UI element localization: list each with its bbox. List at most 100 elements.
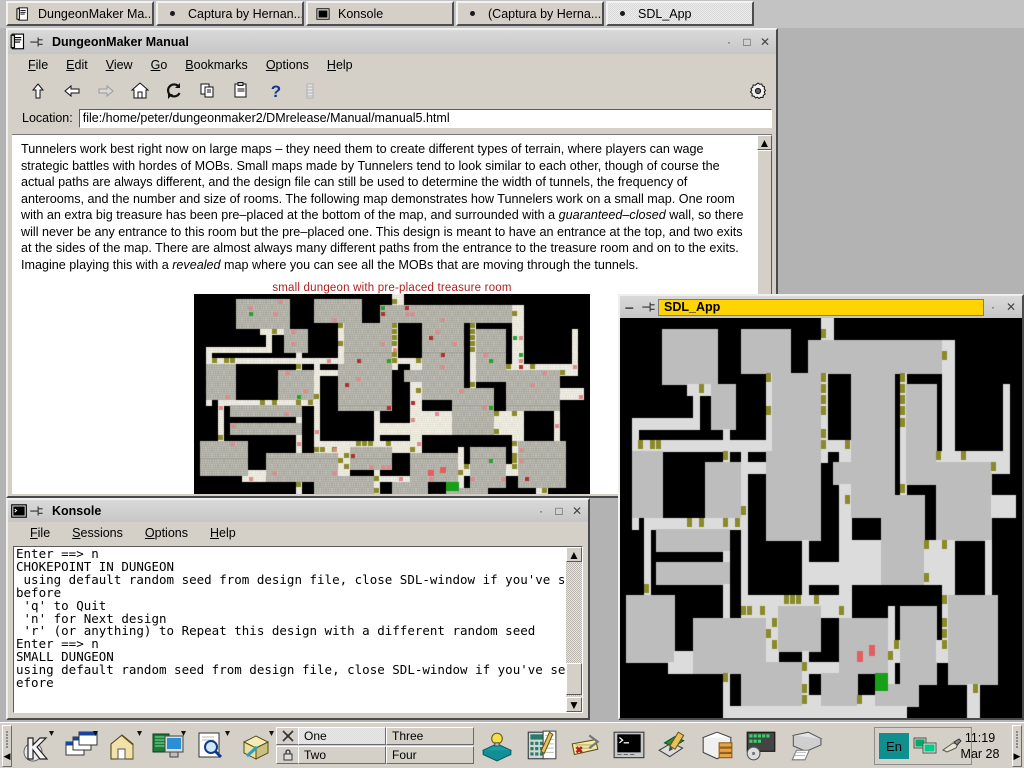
dot-icon	[466, 7, 480, 21]
konsole-scrollbar[interactable]: ▲ ▼	[566, 547, 582, 712]
konsole-scroll-down-button[interactable]: ▼	[566, 697, 582, 712]
location-bar: Location: file:/home/peter/dungeonmaker2…	[8, 106, 776, 130]
pin-icon[interactable]	[28, 33, 46, 51]
panel-app-editor-icon[interactable]	[652, 726, 694, 766]
taskbar-task-label: Konsole	[338, 7, 383, 21]
browser-titlebar[interactable]: DungeonMaker Manual · □ ✕	[8, 30, 776, 54]
svg-text:?: ?	[271, 82, 281, 101]
minimize-icon[interactable]	[622, 298, 640, 316]
kde-panel: ◀ ▶ OneTwoThreeFour En 11:19 Mar 28	[0, 722, 1024, 768]
sdl-title: SDL_App	[658, 299, 984, 316]
browser-minimize-button[interactable]: ·	[720, 33, 738, 51]
scroll-up-button[interactable]: ▲	[757, 135, 772, 150]
browser-toolbar: ?	[8, 76, 776, 106]
panel-app-print-icon[interactable]	[784, 726, 826, 766]
browser-title: DungeonMaker Manual	[52, 35, 720, 49]
stop-icon[interactable]	[300, 81, 320, 101]
sdl-titlebar[interactable]: SDL_App · ✕	[620, 296, 1022, 318]
desktop-button-one[interactable]: One	[298, 727, 386, 745]
dot-icon	[166, 7, 180, 21]
browser-menu-view[interactable]: View	[106, 58, 133, 72]
browser-menu-help[interactable]: Help	[327, 58, 353, 72]
browser-menu-edit[interactable]: Edit	[66, 58, 88, 72]
home-icon[interactable]	[130, 81, 150, 101]
clock-date: Mar 28	[961, 746, 1000, 762]
panel-app-help-book-icon[interactable]	[476, 726, 518, 766]
launcher-window-list-icon[interactable]	[60, 726, 102, 766]
konsole-minimize-button[interactable]: ·	[532, 502, 550, 520]
lock-icon[interactable]	[276, 746, 300, 764]
konsole-menu-file[interactable]: File	[30, 526, 50, 540]
forward-icon[interactable]	[96, 81, 116, 101]
panel-right-handle[interactable]: ▶	[1012, 725, 1022, 767]
launcher-package-icon[interactable]	[236, 726, 278, 766]
sdl-dungeon-canvas	[620, 318, 1022, 718]
taskbar-task-3[interactable]: (Captura by Herna...	[456, 1, 604, 26]
pin-icon[interactable]	[640, 298, 658, 316]
panel-app-notes-icon[interactable]	[564, 726, 606, 766]
panel-app-calculator-icon[interactable]	[520, 726, 562, 766]
document-icon	[10, 33, 28, 51]
panel-app-terminal-icon[interactable]	[608, 726, 650, 766]
browser-maximize-button[interactable]: □	[738, 33, 756, 51]
taskbar-task-label: Captura by Hernan...	[188, 7, 304, 21]
location-label: Location:	[22, 111, 73, 125]
taskbar-task-4[interactable]: SDL_App	[606, 1, 754, 26]
sdl-close-button[interactable]: ✕	[1002, 298, 1020, 316]
gear-icon[interactable]	[748, 81, 768, 101]
launcher-control-center-icon[interactable]	[148, 726, 190, 766]
launcher-home-folder-icon[interactable]	[104, 726, 146, 766]
terminal-icon	[316, 7, 330, 21]
browser-menubar: File Edit View Go Bookmarks Options Help	[8, 54, 776, 76]
help-icon[interactable]: ?	[266, 81, 286, 101]
desktop-button-three[interactable]: Three	[386, 727, 474, 745]
browser-menu-options[interactable]: Options	[266, 58, 309, 72]
location-input[interactable]: file:/home/peter/dungeonmaker2/DMrelease…	[79, 109, 772, 128]
back-icon[interactable]	[62, 81, 82, 101]
panel-clock[interactable]: 11:19 Mar 28	[950, 727, 1010, 765]
taskbar-task-label: DungeonMaker Ma...	[38, 7, 154, 21]
sdl-window: SDL_App · ✕	[618, 294, 1024, 720]
dot-icon	[616, 7, 630, 21]
taskbar-task-0[interactable]: DungeonMaker Ma...	[6, 1, 154, 26]
konsole-scroll-up-button[interactable]: ▲	[566, 547, 582, 562]
dungeon-map-image	[194, 294, 590, 494]
konsole-title: Konsole	[52, 504, 532, 518]
clock-time: 11:19	[965, 730, 995, 746]
launcher-find-files-icon[interactable]	[192, 726, 234, 766]
launcher-kmenu-icon[interactable]	[16, 726, 58, 766]
desktop-button-two[interactable]: Two	[298, 746, 386, 764]
figure-caption: small dungeon with pre-placed treasure r…	[12, 282, 772, 294]
panel-app-mail-icon[interactable]	[696, 726, 738, 766]
panel-left-handle[interactable]: ◀	[2, 725, 12, 767]
pin-icon[interactable]	[28, 502, 46, 520]
panel-app-media-icon[interactable]	[740, 726, 782, 766]
reload-icon[interactable]	[164, 81, 184, 101]
network-monitor-icon[interactable]	[912, 733, 940, 759]
logout-icon[interactable]	[276, 727, 300, 745]
konsole-menubar: File Sessions Options Help	[8, 522, 588, 544]
browser-close-button[interactable]: ✕	[756, 33, 774, 51]
top-taskbar: DungeonMaker Ma... Captura by Hernan... Ko…	[0, 0, 1024, 28]
browser-menu-file[interactable]: File	[28, 58, 48, 72]
konsole-menu-options[interactable]: Options	[145, 526, 188, 540]
taskbar-task-2[interactable]: Konsole	[306, 1, 454, 26]
keyboard-layout-indicator[interactable]: En	[879, 733, 909, 759]
konsole-menu-help[interactable]: Help	[210, 526, 236, 540]
konsole-output: Enter ==> n CHOKEPOINT IN DUNGEON using …	[16, 548, 564, 690]
konsole-titlebar[interactable]: Konsole · □ ✕	[8, 500, 588, 522]
up-icon[interactable]	[28, 81, 48, 101]
browser-menu-bookmarks[interactable]: Bookmarks	[185, 58, 248, 72]
konsole-close-button[interactable]: ✕	[568, 502, 586, 520]
konsole-terminal[interactable]: Enter ==> n CHOKEPOINT IN DUNGEON using …	[13, 546, 583, 713]
taskbar-task-label: SDL_App	[638, 7, 692, 21]
copy-icon[interactable]	[198, 81, 218, 101]
konsole-maximize-button[interactable]: □	[550, 502, 568, 520]
konsole-menu-sessions[interactable]: Sessions	[72, 526, 123, 540]
browser-menu-go[interactable]: Go	[151, 58, 168, 72]
paste-icon[interactable]	[232, 81, 252, 101]
sdl-minimize-button[interactable]: ·	[984, 298, 1002, 316]
konsole-scrollbar-thumb[interactable]	[566, 663, 582, 695]
taskbar-task-1[interactable]: Captura by Hernan...	[156, 1, 304, 26]
desktop-button-four[interactable]: Four	[386, 746, 474, 764]
